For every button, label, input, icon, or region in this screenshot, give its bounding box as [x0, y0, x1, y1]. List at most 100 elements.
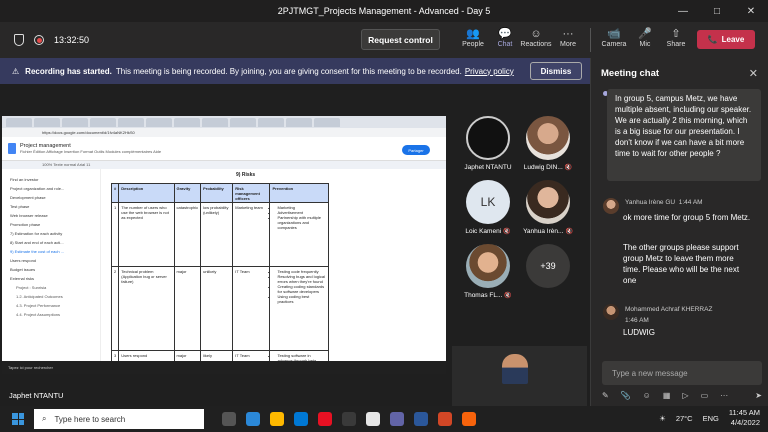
recording-banner-text: This meeting is being recorded. By joini…	[115, 66, 462, 76]
prevention-item: Using coding best practices	[277, 294, 326, 304]
share-button[interactable]: ⇧ Share	[660, 27, 692, 48]
chat-message-input[interactable]: Type a new message	[602, 361, 762, 385]
table-cell: 2	[110, 266, 120, 351]
recording-banner-icon: ⚠	[12, 66, 20, 76]
meeting-timer: 13:32:50	[54, 35, 90, 45]
table-cell: IT Team	[232, 266, 271, 351]
language-indicator[interactable]: ENG	[703, 414, 719, 423]
reactions-button[interactable]: ☺ Reactions	[520, 27, 552, 48]
self-view	[452, 346, 587, 406]
self-video	[502, 354, 528, 384]
taskbar-app-icon[interactable]	[246, 412, 260, 426]
taskbar-app-icon[interactable]	[366, 412, 380, 426]
browser-tabs	[2, 116, 446, 128]
gif-icon[interactable]: ▦	[663, 391, 671, 400]
recording-banner: ⚠ Recording has started. This meeting is…	[0, 58, 590, 84]
participant-name: Ludwig DIN... 🔇	[523, 164, 573, 171]
more-icon: ···	[562, 28, 574, 40]
request-control-button[interactable]: Request control	[361, 29, 440, 50]
taskbar-app-icon[interactable]	[294, 412, 308, 426]
outline-item: 8) Start and end of each acti...	[10, 240, 64, 245]
recording-icon	[34, 35, 44, 45]
table-cell: MarketingAdvertisementPartnership with m…	[269, 202, 329, 267]
mic-off-icon: 🔇	[565, 229, 573, 235]
minimize-button[interactable]: —	[666, 0, 700, 22]
recording-banner-title: Recording has started.	[25, 66, 112, 76]
dismiss-button[interactable]: Dismiss	[530, 62, 582, 80]
meet-icon[interactable]: ▭	[701, 391, 709, 400]
chat-message: LUDWIG	[623, 328, 655, 337]
taskbar-app-icon[interactable]	[390, 412, 404, 426]
participant-tile[interactable]: Ludwig DIN... 🔇	[518, 116, 578, 171]
table-row: 2 Technical problem (Application bug or s…	[110, 266, 329, 351]
participant-tile[interactable]: Thomas FL... 🔇	[458, 244, 518, 299]
participant-name: Loic Kameni 🔇	[465, 228, 511, 235]
outline-item: 4.3. Project Performance	[16, 303, 61, 308]
table-cell: Marketing team	[232, 202, 271, 267]
participant-name: Yanhua Irèn... 🔇	[523, 228, 573, 235]
mic-button[interactable]: 🎤 Mic	[629, 27, 661, 48]
outline-item: Test phase	[10, 204, 30, 209]
chat-icon: 💬	[498, 28, 512, 40]
chat-button[interactable]: 💬 Chat	[489, 27, 521, 48]
camera-button[interactable]: 📹 Camera	[598, 27, 630, 48]
more-icon[interactable]: ···	[720, 391, 728, 400]
risk-table: # Description Gravity Probability Risk manag…	[110, 183, 329, 374]
weather-temp: 27°C	[675, 413, 693, 423]
chat-message-meta: Mohammed Achraf KHERRAZ	[625, 306, 713, 313]
participant-name: Japhet NTANTU	[464, 164, 512, 171]
table-cell: Technical problem (Application bug or se…	[118, 266, 175, 351]
avatar	[526, 116, 570, 160]
maximize-button[interactable]: □	[700, 0, 734, 22]
participant-tile[interactable]: Yanhua Irèn... 🔇	[518, 180, 578, 235]
avatar	[466, 244, 510, 288]
leave-button[interactable]: 📞 Leave	[697, 30, 755, 49]
taskbar-app-icon[interactable]	[438, 412, 452, 426]
chat-message: In group 5, campus Metz, we have multipl…	[607, 89, 761, 181]
share-icon: ⇧	[671, 28, 681, 40]
chat-message-meta: Yanhua Irène GU 1:44 AM	[625, 199, 703, 206]
browser-address: https://docs.google.com/document/d/1fv4a…	[2, 128, 446, 137]
taskbar-app-icon[interactable]	[222, 412, 236, 426]
emoji-icon[interactable]: ☺	[643, 391, 651, 400]
taskbar-search[interactable]: ⌕ Type here to search	[34, 409, 204, 429]
taskbar-app-icon[interactable]	[270, 412, 284, 426]
close-window-button[interactable]: ✕	[734, 0, 768, 22]
send-icon[interactable]: ➤	[755, 391, 762, 400]
table-header: #	[110, 183, 120, 203]
outline-item: Users respond	[10, 258, 37, 263]
participant-tile[interactable]: LK Loic Kameni 🔇	[458, 180, 518, 235]
sticker-icon[interactable]: ▷	[682, 391, 688, 400]
outline-item: 9) Estimate the cost of each ...	[10, 249, 65, 254]
mic-icon: 🎤	[638, 28, 652, 40]
window-titlebar: 2PJTMGT_Projects Management - Advanced -…	[0, 0, 768, 22]
people-button[interactable]: 👥 People	[457, 27, 489, 48]
outline-item: 7) Estimation for each activity	[10, 231, 63, 236]
privacy-policy-link[interactable]: Privacy policy	[465, 67, 514, 76]
outline-item: Project organization and role...	[10, 186, 65, 191]
mic-off-icon: 🔇	[564, 165, 573, 171]
taskbar-apps	[222, 412, 476, 426]
table-header: Gravity	[173, 183, 202, 203]
taskbar-app-icon[interactable]	[414, 412, 428, 426]
taskbar-app-icon[interactable]	[318, 412, 332, 426]
attach-icon[interactable]: 📎	[621, 391, 631, 400]
outline-item: 1.2. Anticipated Outcomes	[16, 294, 63, 299]
more-button[interactable]: ··· More	[552, 27, 584, 48]
participant-tile[interactable]: +39	[518, 244, 578, 292]
format-icon[interactable]: ✎	[602, 391, 609, 400]
toolbar-divider	[590, 28, 591, 52]
taskbar-app-icon[interactable]	[342, 412, 356, 426]
participant-tile[interactable]: Japhet NTANTU	[458, 116, 518, 171]
windows-taskbar: ⌕ Type here to search	[0, 406, 768, 432]
close-icon[interactable]: ✕	[749, 67, 758, 80]
windows-start-icon[interactable]	[12, 413, 24, 425]
taskbar-clock[interactable]: 11:45 AM 4/4/2022	[729, 408, 760, 428]
table-cell: Testing code frequentlyResolving bugs an…	[269, 266, 329, 351]
table-cell: major	[173, 266, 202, 351]
taskbar-app-icon[interactable]	[462, 412, 476, 426]
doc-format-bar: 100% Texte normal Arial 11	[2, 161, 446, 169]
window-controls: — □ ✕	[666, 0, 768, 22]
docs-icon	[8, 143, 16, 154]
camera-off-icon: 📹	[607, 28, 621, 40]
